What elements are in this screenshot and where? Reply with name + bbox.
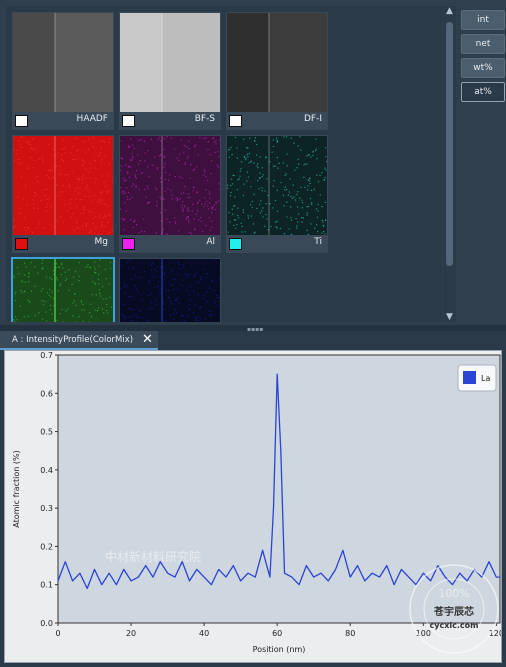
y-tick-label: 0.1 bbox=[40, 581, 53, 590]
map-label: Al bbox=[206, 237, 215, 247]
color-swatch[interactable] bbox=[229, 238, 242, 250]
y-tick-label: 0.5 bbox=[40, 428, 53, 437]
element-map-grid: HAADF BF-S DF-I Mg Al Ti bbox=[6, 6, 442, 322]
y-tick-label: 0.6 bbox=[40, 389, 53, 398]
legend-swatch bbox=[463, 371, 476, 384]
map-label: DF-I bbox=[303, 114, 322, 124]
map-image bbox=[120, 13, 220, 112]
int-button[interactable]: int bbox=[461, 10, 505, 30]
map-tile-df-i[interactable]: DF-I bbox=[226, 12, 328, 130]
map-tile-ti[interactable]: Ti bbox=[226, 135, 328, 253]
color-swatch[interactable] bbox=[15, 115, 28, 127]
map-tile-haadf[interactable]: HAADF bbox=[12, 12, 114, 130]
color-swatch[interactable] bbox=[122, 115, 135, 127]
map-tile-6[interactable] bbox=[11, 257, 115, 322]
x-axis-label: Position (nm) bbox=[253, 645, 306, 654]
color-swatch[interactable] bbox=[229, 115, 242, 127]
y-tick-label: 0.7 bbox=[40, 351, 53, 360]
map-image bbox=[227, 13, 327, 112]
map-label: HAADF bbox=[76, 114, 108, 124]
map-image bbox=[13, 13, 113, 112]
y-tick-label: 0.2 bbox=[40, 542, 53, 551]
y-tick-label: 0.4 bbox=[40, 466, 53, 475]
map-image bbox=[227, 136, 327, 235]
legend-label: La bbox=[481, 374, 490, 383]
element-map-panel: HAADF BF-S DF-I Mg Al Ti ▲ ▼ int net wt% at% bbox=[0, 0, 506, 325]
at-percent-button[interactable]: at% bbox=[461, 82, 505, 102]
x-tick-label: 60 bbox=[272, 629, 282, 638]
y-tick-label: 0.0 bbox=[40, 619, 53, 628]
scroll-up-icon[interactable]: ▲ bbox=[443, 6, 456, 16]
scroll-thumb[interactable] bbox=[446, 22, 453, 266]
x-tick-label: 40 bbox=[199, 629, 209, 638]
watermark-text: 100% bbox=[438, 587, 469, 600]
chart-svg: 0.00.10.20.30.40.50.60.7020406080100120P… bbox=[12, 351, 501, 654]
net-button[interactable]: net bbox=[461, 34, 505, 54]
map-image bbox=[13, 136, 113, 235]
map-tile-mg[interactable]: Mg bbox=[12, 135, 114, 253]
wt-percent-button[interactable]: wt% bbox=[461, 58, 505, 78]
tab-bar: A : IntensityProfile(ColorMix) ✕ bbox=[0, 331, 506, 350]
map-label: BF-S bbox=[194, 114, 215, 124]
plot-area bbox=[57, 354, 501, 624]
map-label: Ti bbox=[314, 237, 322, 247]
y-tick-label: 0.3 bbox=[40, 504, 53, 513]
color-swatch[interactable] bbox=[15, 238, 28, 250]
map-label: Mg bbox=[94, 237, 108, 247]
map-image bbox=[13, 259, 113, 322]
x-tick-label: 20 bbox=[126, 629, 136, 638]
map-image bbox=[120, 259, 220, 322]
color-swatch[interactable] bbox=[122, 238, 135, 250]
tab-intensity-profile[interactable]: A : IntensityProfile(ColorMix) ✕ bbox=[0, 331, 158, 350]
y-axis-label: Atomic fraction (%) bbox=[12, 450, 21, 527]
map-image bbox=[120, 136, 220, 235]
tab-title: A : IntensityProfile(ColorMix) bbox=[12, 335, 134, 345]
watermark-text: 苍宇辰芯 bbox=[433, 605, 474, 618]
map-scrollbar[interactable]: ▲ ▼ bbox=[443, 6, 456, 322]
map-tile-7[interactable] bbox=[119, 258, 221, 322]
map-tile-al[interactable]: Al bbox=[119, 135, 221, 253]
x-tick-label: 0 bbox=[55, 629, 60, 638]
x-tick-label: 80 bbox=[345, 629, 355, 638]
intensity-profile-chart: 0.00.10.20.30.40.50.60.7020406080100120P… bbox=[4, 350, 502, 663]
close-icon[interactable]: ✕ bbox=[142, 332, 153, 347]
scroll-down-icon[interactable]: ▼ bbox=[443, 312, 456, 322]
watermark-text: 中材新材料研究院 bbox=[105, 549, 201, 564]
watermark-text: cycxic.com bbox=[430, 621, 479, 630]
map-tile-bf-s[interactable]: BF-S bbox=[119, 12, 221, 130]
